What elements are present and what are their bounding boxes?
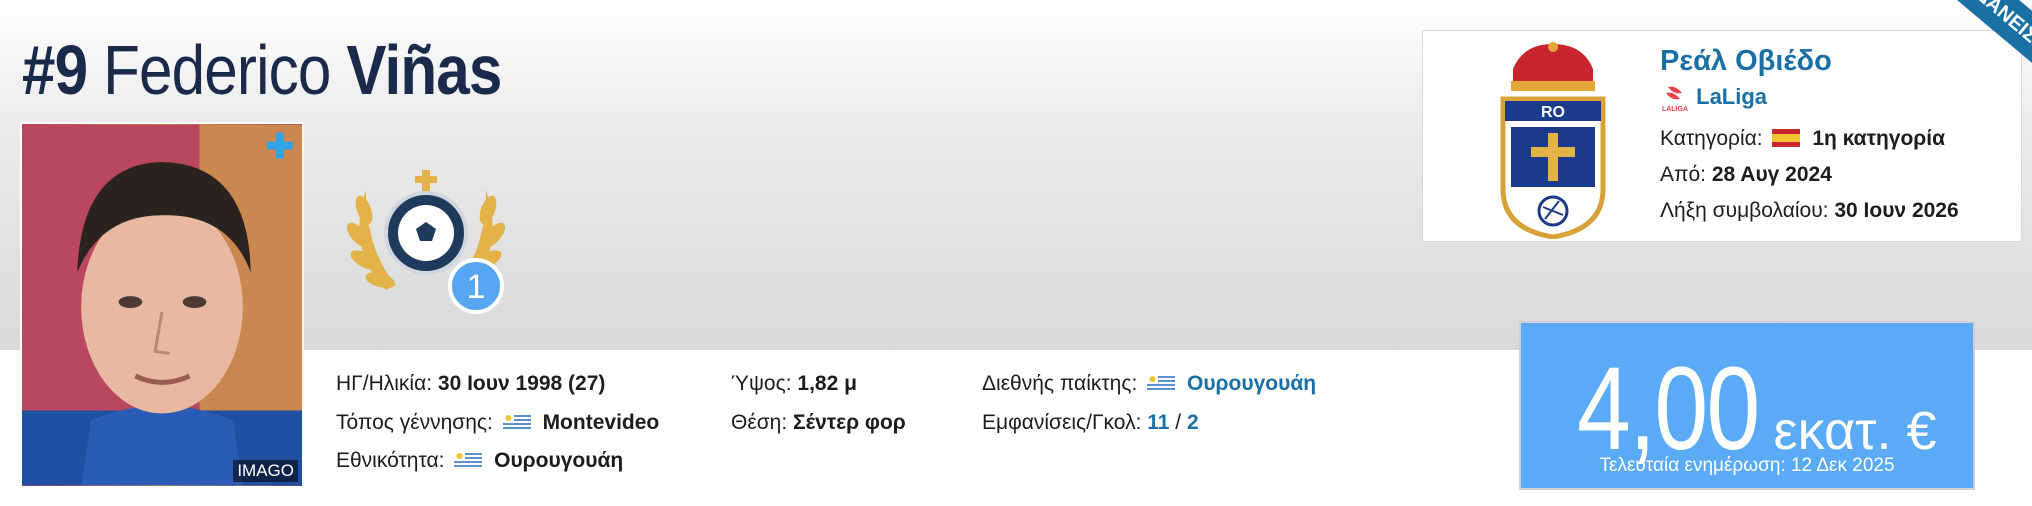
- spain-flag-icon: [1772, 128, 1801, 147]
- player-photo[interactable]: ✚ IMAGO: [20, 122, 304, 488]
- market-value-unit: εκατ. €: [1773, 401, 1937, 461]
- dob-row: ΗΓ/Ηλικία: 30 Ιουν 1998 (27): [336, 372, 605, 396]
- league-row[interactable]: LALIGA LaLiga: [1660, 83, 1767, 113]
- caps-goals-label: Εμφανίσεις/Γκολ:: [982, 411, 1142, 434]
- shirt-number: #9: [22, 31, 88, 109]
- tier-row: Κατηγορία: 1η κατηγορία: [1660, 127, 1945, 151]
- international-row: Διεθνής παίκτης: Ουρουγουάη: [982, 372, 1316, 396]
- joined-label: Από:: [1660, 163, 1707, 186]
- national-team-link[interactable]: Ουρουγουάη: [1187, 372, 1316, 395]
- club-crest-icon[interactable]: RO: [1493, 39, 1613, 239]
- height-value: 1,82 μ: [797, 372, 857, 395]
- tier-value: 1η κατηγορία: [1812, 127, 1946, 150]
- dob-label: ΗΓ/Ηλικία:: [336, 372, 433, 395]
- caps-goals-separator: /: [1175, 411, 1182, 434]
- citizenship-label: Εθνικότητα:: [336, 449, 445, 472]
- market-value-updated: Τελευταία ενημέρωση: 12 Δεκ 2025: [1599, 455, 1895, 476]
- club-box: RO Ρεάλ Οβιέδο LALIGA LaLiga Κατηγορία: …: [1422, 30, 2022, 242]
- achievement-badge[interactable]: 1: [336, 150, 516, 315]
- birthplace-row: Τόπος γέννησης: Montevideo: [336, 411, 659, 435]
- market-value-box[interactable]: 4,00 εκατ. € Τελευταία ενημέρωση: 12 Δεκ…: [1519, 321, 1975, 490]
- player-portrait-image: [22, 124, 302, 486]
- citizenship-value: Ουρουγουάη: [494, 449, 624, 472]
- caps-link[interactable]: 11: [1147, 411, 1169, 434]
- uruguay-flag-icon: [454, 450, 483, 469]
- goals-link[interactable]: 2: [1187, 411, 1199, 434]
- laliga-logo-icon: LALIGA: [1662, 86, 1688, 113]
- photo-credit: IMAGO: [233, 460, 298, 482]
- crest-text: RO: [1541, 104, 1565, 121]
- height-row: Ύψος: 1,82 μ: [731, 372, 857, 396]
- birthplace-value: Montevideo: [542, 411, 660, 434]
- contract-value: 30 Ιουν 2026: [1834, 199, 1959, 222]
- joined-row: Από: 28 Αυγ 2024: [1660, 163, 1832, 187]
- plus-icon[interactable]: ✚: [266, 130, 295, 164]
- tier-label: Κατηγορία:: [1660, 127, 1763, 150]
- caps-goals-row: Εμφανίσεις/Γκολ: 11 / 2: [982, 411, 1199, 435]
- joined-value: 28 Αυγ 2024: [1711, 163, 1832, 186]
- citizenship-row: Εθνικότητα: Ουρουγουάη: [336, 449, 623, 473]
- contract-label: Λήξη συμβολαίου:: [1660, 199, 1829, 222]
- height-label: Ύψος:: [731, 372, 792, 395]
- badge-count: 1: [466, 268, 486, 306]
- page-title: #9 Federico Viñas: [22, 30, 502, 110]
- uruguay-flag-icon: [502, 412, 531, 431]
- club-name-link[interactable]: Ρεάλ Οβιέδο: [1660, 45, 1832, 78]
- position-row: Θέση: Σέντερ φορ: [731, 411, 906, 435]
- laliga-logo-text: LALIGA: [1662, 106, 1688, 113]
- player-first-name: Federico: [103, 31, 331, 109]
- position-value: Σέντερ φορ: [793, 411, 906, 434]
- player-last-name: Viñas: [346, 31, 502, 109]
- birthplace-label: Τόπος γέννησης:: [336, 411, 493, 434]
- uruguay-flag-icon: [1147, 373, 1176, 392]
- international-label: Διεθνής παίκτης:: [982, 372, 1138, 395]
- league-link[interactable]: LaLiga: [1696, 84, 1767, 109]
- position-label: Θέση:: [731, 411, 788, 434]
- contract-row: Λήξη συμβολαίου: 30 Ιουν 2026: [1660, 199, 1959, 223]
- dob-value: 30 Ιουν 1998 (27): [437, 372, 606, 395]
